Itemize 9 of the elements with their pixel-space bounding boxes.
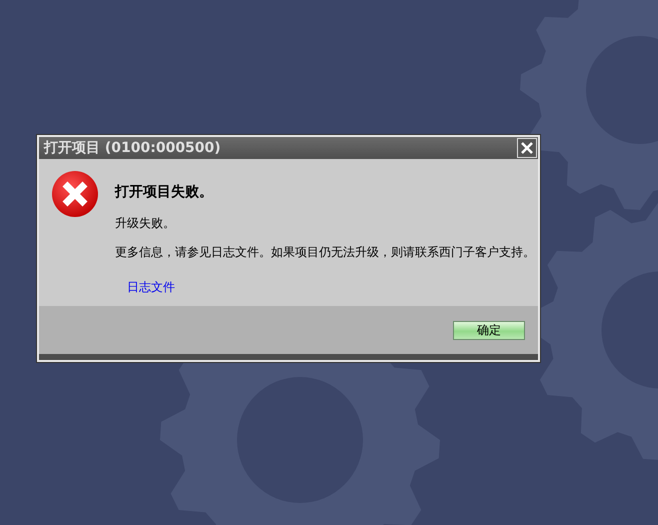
ok-button[interactable]: 确定: [453, 320, 525, 340]
info-text: 更多信息，请参见日志文件。如果项目仍无法升级，则请联系西门子客户支持。: [115, 245, 535, 259]
log-file-link[interactable]: 日志文件: [127, 279, 175, 296]
error-detail: 升级失败。: [115, 215, 176, 232]
window-title: 打开项目 (0100:000500): [42, 139, 221, 157]
close-button[interactable]: [517, 138, 537, 158]
close-icon: [520, 141, 534, 155]
error-icon: [51, 170, 99, 218]
error-heading: 打开项目失败。: [115, 183, 214, 201]
